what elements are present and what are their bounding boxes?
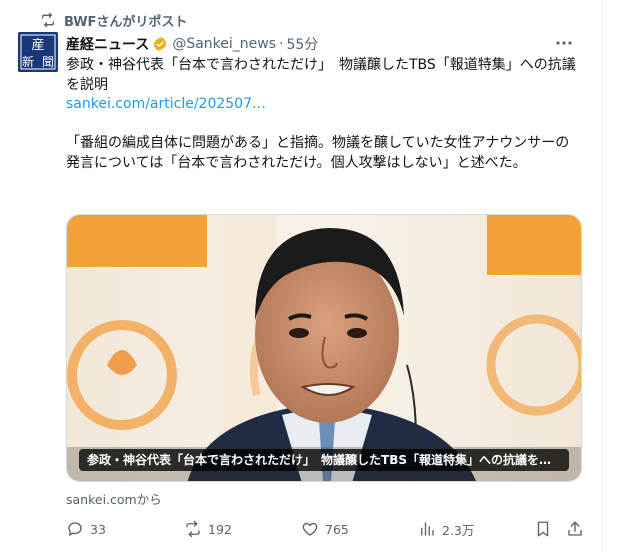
views-chart-icon [421,522,434,536]
repost-label: BWFさんがリポスト [64,14,188,30]
avatar-glyph-4: 聞 [42,55,54,69]
share-icon [568,521,582,536]
header-separator: · [279,36,284,52]
reply-count: 33 [90,521,106,537]
author-handle[interactable]: @Sankei_news [172,36,276,52]
more-options-icon[interactable] [554,36,574,50]
like-button[interactable]: 765 [301,518,349,540]
repost-button[interactable]: 192 [184,518,232,540]
action-bar: 33 192 765 2.3万 [66,518,586,540]
view-count: 2.3万 [442,522,475,538]
post-text: 参政・神谷代表「台本で言わされただけ」 物議醸したTBS「報道特集」への抗議を説… [66,56,581,173]
post-link[interactable]: sankei.com/article/202507… [66,95,581,115]
link-source[interactable]: sankei.comから [66,489,162,508]
verified-badge-icon[interactable] [152,36,168,52]
news-photo [67,215,581,481]
views-button[interactable]: 2.3万 [418,518,474,540]
post-headline: 参政・神谷代表「台本で言わされただけ」 物議醸したTBS「報道特集」への抗議を説… [66,57,576,93]
post-header: 産経ニュース @Sankei_news · 55分 [66,33,574,55]
media-caption: 参政・神谷代表「台本で言わされただけ」 物議醸したTBS「報道特集」への抗議を説… [79,449,569,471]
repost-icon [42,12,54,28]
repost-action-icon [186,520,200,538]
avatar[interactable]: 産 新 聞 経 [18,32,58,72]
post-body: 「番組の編成自体に問題がある」と指摘。物議を醸していた女性アナウンサーの発言につ… [66,135,570,171]
author-name[interactable]: 産経ニュース [66,34,149,54]
heart-icon [302,522,318,536]
reply-icon [68,522,82,536]
avatar-glyph-1: 産 [31,37,44,53]
bookmark-button[interactable] [534,518,552,540]
avatar-logo: 産 新 聞 経 [18,32,58,72]
repost-context[interactable]: BWFさんがリポスト [40,10,187,30]
repost-count: 192 [208,521,232,537]
link-card-image[interactable]: 参政・神谷代表「台本で言わされただけ」 物議醸したTBS「報道特集」への抗議を説… [66,214,582,482]
share-button[interactable] [566,518,584,540]
post-card[interactable]: BWFさんがリポスト 産 新 聞 経 産経ニュース @Sankei_news ·… [0,0,603,552]
post-time[interactable]: 55分 [286,34,318,54]
like-count: 765 [325,521,349,537]
avatar-glyph-3: 新 [22,54,34,69]
reply-button[interactable]: 33 [66,518,106,540]
bookmark-icon [537,521,549,537]
